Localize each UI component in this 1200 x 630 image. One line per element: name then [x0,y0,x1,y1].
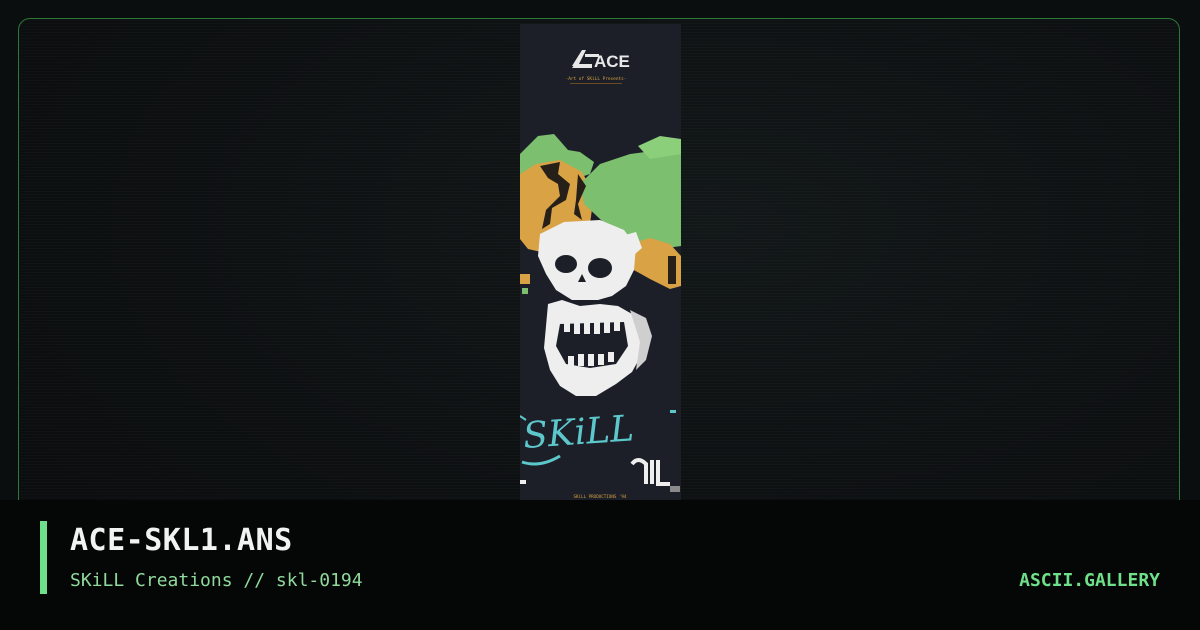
logo-tagline: -Art of SKiLL Presents- [566,76,627,82]
site-brand-link[interactable]: ASCII.GALLERY [1019,569,1160,593]
accent-bar [40,521,47,594]
art-footer-text: SKiLL PRODUCTIONS '94 [574,494,627,499]
skill-graffiti: SKiLL [520,408,680,492]
ansi-artwork: ACE -Art of SKiLL Presents- SKiLL SKiLL … [520,24,681,500]
graffiti-text: SKiLL [522,408,635,457]
artwork-subtitle: SKiLL Creations // skl-0194 [70,570,363,591]
skull-illustration [538,220,652,396]
ace-logo: ACE -Art of SKiLL Presents- [566,50,630,84]
artwork-title: ACE-SKL1.ANS [70,523,293,558]
caption-panel [0,500,1200,630]
logo-text: ACE [594,52,630,71]
